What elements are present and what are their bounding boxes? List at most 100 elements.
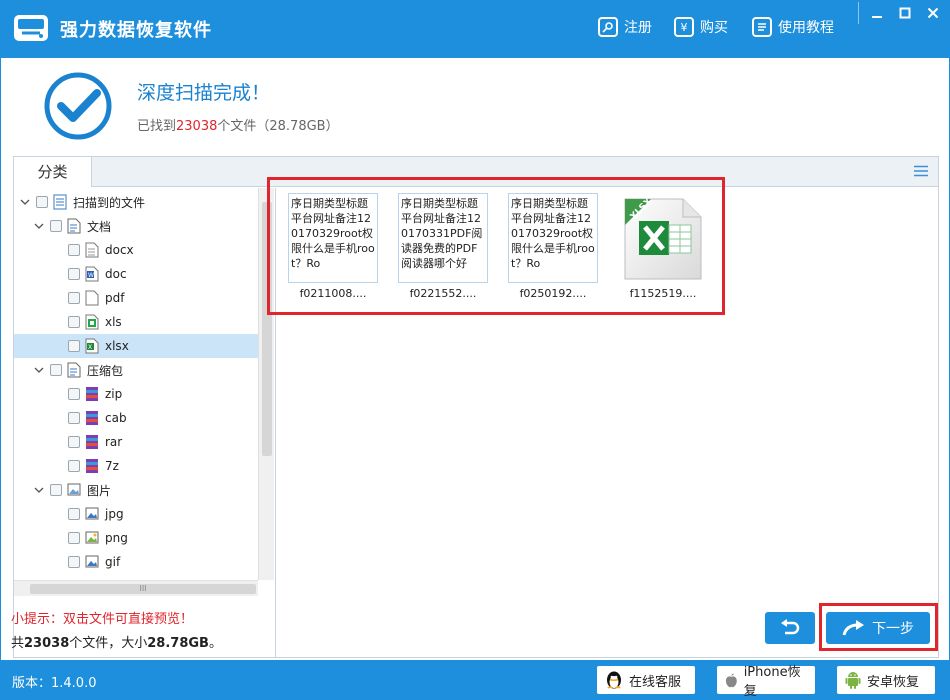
tree-checkbox[interactable] [68,388,80,400]
tree-item-xls[interactable]: xls [14,310,258,334]
tree-item-documents[interactable]: 文档 [14,214,258,238]
tree-item-doc[interactable]: W doc [14,262,258,286]
xls-icon [85,314,99,330]
close-button[interactable] [922,4,944,22]
register-label: 注册 [624,20,652,36]
xlsx-file-icon: XLSX [624,197,702,280]
tree-item-cab[interactable]: cab [14,406,258,430]
tree-checkbox[interactable] [68,268,80,280]
next-step-button[interactable]: 下一步 [826,612,930,644]
tab-category[interactable]: 分类 [13,156,92,187]
tree-checkbox[interactable] [68,316,80,328]
buy-link[interactable]: ¥ 购买 [674,17,728,37]
online-service-label: 在线客服 [629,674,682,690]
undo-arrow-icon [781,619,800,635]
file-item[interactable]: 序日期类型标题平台网址备注120170329root权限什么是手机root？Ro… [503,193,599,303]
tree-checkbox[interactable] [68,532,80,544]
title-bar: 强力数据恢复软件 注册 ¥ 购买 使用教程 [0,0,950,58]
buy-label: 购买 [700,20,728,36]
expand-chevron-icon[interactable] [34,221,44,231]
scrollbar-thumb[interactable]: III [30,584,256,594]
tree-item-label: 7z [105,459,119,473]
iphone-recovery-button[interactable]: iPhone恢复 [717,665,815,699]
doc-icon: W [85,266,99,282]
summary-size: 28.78GB [147,636,209,651]
online-service-button[interactable]: 在线客服 [597,666,695,694]
tree-item-archives[interactable]: 压缩包 [14,358,258,382]
tree-item-label: 压缩包 [87,363,124,378]
tutorial-link[interactable]: 使用教程 [752,17,834,37]
tree-item-gif[interactable]: gif [14,550,258,574]
tree-checkbox[interactable] [68,340,80,352]
tree-item-label: jpg [105,507,124,521]
tree-item-pdf[interactable]: pdf [14,286,258,310]
image-folder-icon [67,483,81,496]
file-preview: 序日期类型标题平台网址备注120170329root权限什么是手机root？Ro [288,193,378,283]
app-logo-icon [14,15,48,41]
tree-checkbox[interactable] [36,196,48,208]
tree-item-images[interactable]: 图片 [14,478,258,502]
results-panel: 分类 扫描到的文件 文档 docx W doc pdf xls X xlsx 压… [13,156,939,658]
total-summary: 共23038个文件，大小28.78GB。 [11,632,222,651]
window-controls-separator [858,2,859,24]
tree-checkbox[interactable] [50,484,62,496]
tree-checkbox[interactable] [68,508,80,520]
tree-checkbox[interactable] [68,460,80,472]
tree-checkbox[interactable] [68,292,80,304]
tree-checkbox[interactable] [50,220,62,232]
file-preview: 序日期类型标题平台网址备注120170331PDF阅读器免费的PDF阅读器哪个好 [398,193,488,283]
tree-item-rar[interactable]: rar [14,430,258,454]
tree-checkbox[interactable] [68,556,80,568]
tree-item-jpg[interactable]: jpg [14,502,258,526]
maximize-icon [899,7,911,19]
maximize-button[interactable] [894,4,916,22]
file-name: f0221552.... [409,287,477,300]
tree-item-label: png [105,531,128,545]
file-name: f0250192.... [519,287,587,300]
view-menu-icon[interactable] [914,165,928,177]
tree-horizontal-scrollbar[interactable]: III [14,580,258,596]
register-link[interactable]: 注册 [598,17,652,37]
file-item[interactable]: XLSX f1152519.... [613,193,709,303]
android-recovery-button[interactable]: 安卓恢复 [837,666,935,694]
scan-status: 深度扫描完成！ 已找到23038个文件（28.78GB） [1,58,949,148]
book-icon [752,17,772,37]
iphone-recovery-label: iPhone恢复 [743,665,801,699]
summary-prefix: 共 [11,636,25,651]
tree-item-docx[interactable]: docx [14,238,258,262]
status-footer: 版本：1.4.0.0 在线客服 iPhone恢复 安卓恢复 [0,660,950,700]
tree-item-xlsx[interactable]: X xlsx [14,334,258,358]
tree-item-label: xls [105,315,122,329]
tree-checkbox[interactable] [68,436,80,448]
minimize-button[interactable] [866,4,888,22]
tree-item-png[interactable]: png [14,526,258,550]
rar-icon [86,435,98,449]
tree-item-zip[interactable]: zip [14,382,258,406]
expand-chevron-icon[interactable] [20,197,30,207]
expand-chevron-icon[interactable] [34,365,44,375]
category-tree: 扫描到的文件 文档 docx W doc pdf xls X xlsx 压缩包 … [14,188,276,658]
docx-icon [85,242,99,258]
file-name: f1152519.... [629,287,697,300]
file-item[interactable]: 序日期类型标题平台网址备注120170331PDF阅读器免费的PDF阅读器哪个好… [393,193,489,303]
tree-item-label: xlsx [105,339,129,353]
file-item[interactable]: 序日期类型标题平台网址备注120170329root权限什么是手机root？Ro… [283,193,379,303]
tree-item-label: gif [105,555,121,569]
found-prefix: 已找到 [137,119,177,134]
key-icon [598,17,618,37]
android-recovery-label: 安卓恢复 [867,674,920,690]
cab-icon [86,411,98,425]
next-step-label: 下一步 [872,621,914,637]
expand-chevron-icon[interactable] [34,485,44,495]
tree-item-scanned-files[interactable]: 扫描到的文件 [14,190,258,214]
back-button[interactable] [765,612,815,644]
scan-status-summary: 已找到23038个文件（28.78GB） [137,115,339,134]
tree-item-label: rar [105,435,123,449]
tree-checkbox[interactable] [68,244,80,256]
svg-text:W: W [88,272,94,279]
tree-item-7z[interactable]: 7z [14,454,258,478]
scan-status-title: 深度扫描完成！ [137,82,271,104]
tree-checkbox[interactable] [68,412,80,424]
tree-checkbox[interactable] [50,364,62,376]
tree-item-label: pdf [105,291,125,305]
